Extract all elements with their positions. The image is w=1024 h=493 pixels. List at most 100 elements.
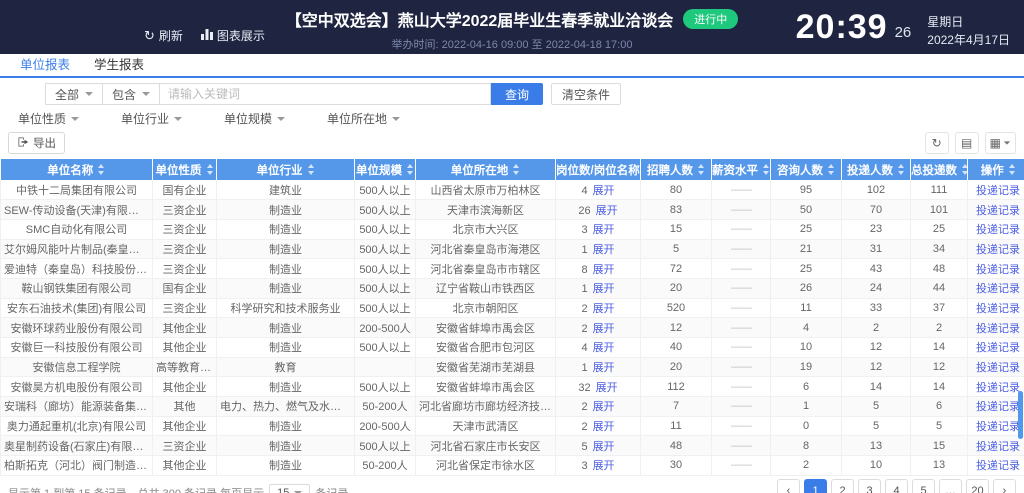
filter-dropdown-label: 单位性质 bbox=[18, 110, 66, 127]
table-cell: 11 bbox=[641, 416, 712, 436]
delivery-records-link[interactable]: 投递记录 bbox=[976, 244, 1020, 256]
column-header[interactable]: 投递人数 bbox=[842, 159, 911, 180]
delivery-records-link[interactable]: 投递记录 bbox=[976, 303, 1020, 315]
export-button[interactable]: 导出 bbox=[8, 132, 65, 154]
page-button[interactable]: … bbox=[939, 479, 962, 493]
sort-icon[interactable] bbox=[406, 164, 414, 175]
table-cell: 河北省秦皇岛市海港区 bbox=[416, 239, 556, 259]
delivery-records-link[interactable]: 投递记录 bbox=[976, 362, 1020, 374]
tab-student-report[interactable]: 学生报表 bbox=[82, 54, 156, 76]
delivery-records-link[interactable]: 投递记录 bbox=[976, 441, 1020, 453]
expand-link[interactable]: 展开 bbox=[593, 264, 615, 276]
expand-link[interactable]: 展开 bbox=[593, 283, 615, 295]
column-header[interactable]: 单位规模 bbox=[355, 159, 416, 180]
delivery-records-link[interactable]: 投递记录 bbox=[976, 224, 1020, 236]
next-page-button[interactable]: › bbox=[993, 479, 1016, 493]
sort-icon[interactable] bbox=[961, 164, 968, 175]
field-select-value: 全部 bbox=[55, 86, 79, 103]
page-button[interactable]: 3 bbox=[858, 479, 881, 493]
page-button[interactable]: 20 bbox=[966, 479, 989, 493]
filter-dropdowns: 单位性质 单位行业 单位规模 单位所在地 bbox=[18, 112, 1024, 125]
table-cell: 三资企业 bbox=[153, 239, 217, 259]
table-cell: 500人以上 bbox=[355, 436, 416, 456]
column-header[interactable]: 单位性质 bbox=[153, 159, 217, 180]
delivery-records-link[interactable]: 投递记录 bbox=[976, 283, 1020, 295]
columns-button[interactable]: ▦ bbox=[985, 132, 1016, 154]
table-refresh-button[interactable]: ↻ bbox=[925, 132, 949, 154]
vertical-scrollbar[interactable] bbox=[1018, 391, 1023, 439]
delivery-records-link[interactable]: 投递记录 bbox=[976, 401, 1020, 413]
expand-link[interactable]: 展开 bbox=[593, 185, 615, 197]
clear-filters-button[interactable]: 清空条件 bbox=[551, 83, 621, 105]
sort-icon[interactable] bbox=[512, 164, 520, 175]
table-cell: SMC自动化有限公司 bbox=[1, 219, 153, 239]
column-header[interactable]: 招聘人数 bbox=[641, 159, 712, 180]
toggle-view-button[interactable]: ▤ bbox=[955, 132, 979, 154]
page-button[interactable]: 2 bbox=[831, 479, 854, 493]
sort-icon[interactable] bbox=[827, 164, 835, 175]
page-button[interactable]: 5 bbox=[912, 479, 935, 493]
expand-link[interactable]: 展开 bbox=[593, 421, 615, 433]
column-header[interactable]: 岗位数/岗位名称 bbox=[556, 159, 641, 180]
pagination-bar: 显示第 1 到第 15 条记录，总共 300 条记录 每页显示 15 条记录 ‹… bbox=[0, 479, 1024, 493]
field-select[interactable]: 全部 bbox=[45, 83, 103, 105]
expand-link[interactable]: 展开 bbox=[593, 401, 615, 413]
delivery-records-link[interactable]: 投递记录 bbox=[976, 185, 1020, 197]
page-size-select[interactable]: 15 bbox=[269, 484, 310, 493]
expand-link[interactable]: 展开 bbox=[593, 303, 615, 315]
table-cell: —— bbox=[712, 456, 771, 476]
delivery-records-link[interactable]: 投递记录 bbox=[976, 323, 1020, 335]
column-header[interactable]: 总投递数 bbox=[911, 159, 968, 180]
page-button[interactable]: 4 bbox=[885, 479, 908, 493]
delivery-records-link[interactable]: 投递记录 bbox=[976, 205, 1020, 217]
expand-link[interactable]: 展开 bbox=[593, 224, 615, 236]
prev-page-button[interactable]: ‹ bbox=[777, 479, 800, 493]
delivery-records-link[interactable]: 投递记录 bbox=[976, 421, 1020, 433]
table-cell: —— bbox=[712, 200, 771, 220]
table-cell: 奥星制药设备(石家庄)有限公司 bbox=[1, 436, 153, 456]
sort-icon[interactable] bbox=[97, 164, 105, 175]
page-button[interactable]: 1 bbox=[804, 479, 827, 493]
delivery-records-link[interactable]: 投递记录 bbox=[976, 460, 1020, 472]
delivery-records-link[interactable]: 投递记录 bbox=[976, 264, 1020, 276]
column-header[interactable]: 薪资水平 bbox=[712, 159, 771, 180]
column-header[interactable]: 单位行业 bbox=[217, 159, 355, 180]
sort-icon[interactable] bbox=[697, 164, 705, 175]
sort-icon[interactable] bbox=[307, 164, 315, 175]
sort-icon[interactable] bbox=[762, 164, 770, 175]
filter-dropdown[interactable]: 单位性质 bbox=[18, 112, 79, 125]
filter-dropdown[interactable]: 单位所在地 bbox=[327, 112, 400, 125]
keyword-input[interactable] bbox=[159, 83, 491, 105]
table-cell: 制造业 bbox=[217, 436, 355, 456]
expand-link[interactable]: 展开 bbox=[593, 441, 615, 453]
sort-icon[interactable] bbox=[1008, 164, 1016, 175]
column-header[interactable]: 单位所在地 bbox=[416, 159, 556, 180]
expand-link[interactable]: 展开 bbox=[596, 382, 618, 394]
table-cell: 83 bbox=[641, 200, 712, 220]
expand-link[interactable]: 展开 bbox=[593, 244, 615, 256]
match-select[interactable]: 包含 bbox=[102, 83, 160, 105]
expand-link[interactable]: 展开 bbox=[593, 323, 615, 335]
tab-unit-report[interactable]: 单位报表 bbox=[8, 54, 82, 76]
search-button[interactable]: 查询 bbox=[491, 83, 543, 105]
expand-link[interactable]: 展开 bbox=[593, 362, 615, 374]
clock-seconds: 26 bbox=[895, 24, 912, 41]
column-header[interactable]: 单位名称 bbox=[1, 159, 153, 180]
table-cell: 高等教育单位 bbox=[153, 357, 217, 377]
expand-link[interactable]: 展开 bbox=[593, 460, 615, 472]
filter-dropdown[interactable]: 单位规模 bbox=[224, 112, 285, 125]
column-header[interactable]: 咨询人数 bbox=[771, 159, 842, 180]
table-cell: 爱迪特（秦皇岛）科技股份有限公司 bbox=[1, 259, 153, 279]
table-cell: 50-200人 bbox=[355, 456, 416, 476]
delivery-records-link[interactable]: 投递记录 bbox=[976, 382, 1020, 394]
column-header[interactable]: 操作 bbox=[968, 159, 1024, 180]
action-cell: 投递记录 bbox=[968, 338, 1024, 358]
jobs-count: 26 bbox=[578, 205, 590, 217]
table-cell: —— bbox=[712, 377, 771, 397]
expand-link[interactable]: 展开 bbox=[596, 205, 618, 217]
sort-icon[interactable] bbox=[897, 164, 905, 175]
sort-icon[interactable] bbox=[206, 164, 214, 175]
delivery-records-link[interactable]: 投递记录 bbox=[976, 342, 1020, 354]
filter-dropdown[interactable]: 单位行业 bbox=[121, 112, 182, 125]
expand-link[interactable]: 展开 bbox=[593, 342, 615, 354]
